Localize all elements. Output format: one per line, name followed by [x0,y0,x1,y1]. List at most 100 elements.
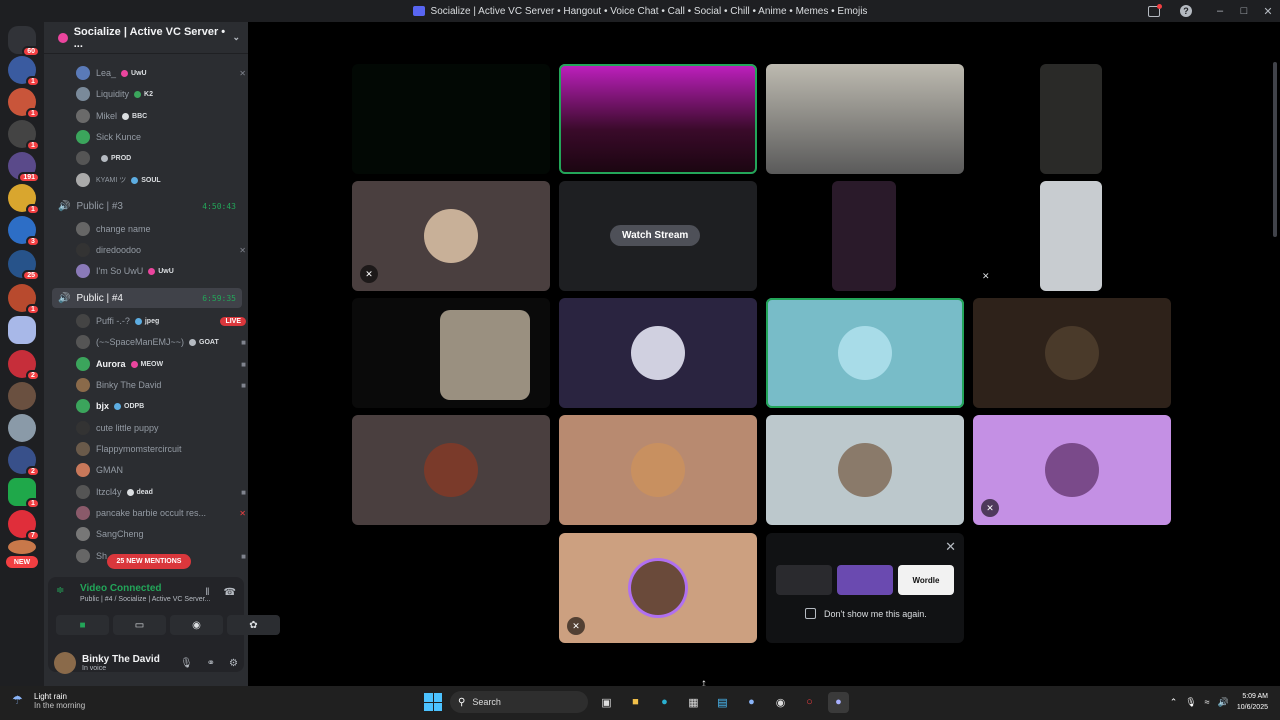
video-tile[interactable] [766,64,964,174]
guild-7[interactable]: 25 [8,250,40,281]
video-tile[interactable] [352,64,550,174]
video-tile[interactable]: ✕ [352,181,550,291]
clock[interactable]: 5:09 AM 10/6/2025 [1237,691,1268,713]
file-explorer-icon[interactable]: ■ [625,692,646,713]
task-view-icon[interactable]: ▣ [596,692,617,713]
video-tile[interactable] [973,298,1171,408]
wifi-icon[interactable]: ≈ [1205,697,1210,707]
microphone-icon[interactable]: 🎙 [180,658,193,669]
disconnect-icon[interactable]: ☎ [224,587,236,598]
guild-2[interactable]: 1 [8,88,40,119]
guild-14[interactable]: 1 [8,478,40,509]
guild-16[interactable] [8,540,36,554]
video-tile[interactable] [352,415,550,525]
voice-location[interactable]: Public | #4 / Socialize | Active VC Serv… [80,596,210,603]
voice-user[interactable]: Puffi -.-? jpeg LIVE [76,311,246,331]
windows-start-icon[interactable] [424,693,442,711]
voice-user[interactable]: Flappymomstercircuit [76,439,246,459]
opera-icon[interactable]: ○ [799,692,820,713]
store-icon[interactable]: ▦ [683,692,704,713]
video-tile[interactable] [559,415,757,525]
voice-user[interactable]: (~~SpaceManEMJ~~) GOAT ■ [76,332,246,352]
video-tile[interactable] [832,181,896,291]
maximize-button[interactable]: □ [1232,0,1256,22]
scrollbar-thumb[interactable] [1273,62,1277,237]
close-icon[interactable]: ✕ [945,539,956,555]
help-button[interactable]: ? [1174,0,1198,22]
guild-8[interactable]: 1 [8,284,40,315]
video-tile-speaking[interactable] [559,64,757,174]
guild-dms[interactable]: 60 [8,26,40,57]
activities-button[interactable]: ◉ [170,615,223,635]
activity-card-wordle[interactable]: Wordle [898,565,954,595]
new-mentions-button[interactable]: 25 NEW MENTIONS [107,554,191,569]
noise-suppression-icon[interactable]: ‖ [205,587,209,598]
voice-user[interactable]: Itzcl4y dead ■ [76,482,246,502]
guild-6[interactable]: 3 [8,216,40,247]
voice-user[interactable]: Binky The David ■ [76,375,246,395]
server-header[interactable]: Socialize | Active VC Server • ... ⌄ [44,22,248,54]
gear-icon[interactable]: ⚙ [229,658,238,669]
taskbar-search[interactable]: ⚲ Search [450,691,588,713]
video-tile[interactable]: ✕ [559,533,757,643]
voice-user[interactable]: Aurora MEOW ■ [76,354,246,374]
guild-13[interactable]: 2 [8,446,40,477]
avatar[interactable] [54,652,76,674]
voice-status-title[interactable]: Video Connected [80,583,210,594]
guild-5[interactable]: 1 [8,184,40,215]
voice-channel-public-3[interactable]: 🔊 Public | #3 4:50:43 [52,196,242,216]
activity-card[interactable] [776,565,832,595]
voice-user[interactable]: diredoodoo ✕ [76,240,246,260]
dont-show-checkbox[interactable]: Don't show me this again. [805,608,927,619]
new-badge[interactable]: NEW [6,556,38,568]
signal-icon[interactable]: ≑ [56,585,68,597]
voice-user[interactable]: SangCheng [76,524,246,544]
activity-card[interactable] [837,565,893,595]
guild-15[interactable]: 7 [8,510,40,541]
notepad-icon[interactable]: ▤ [712,692,733,713]
microphone-icon[interactable]: 🎙 [1185,697,1196,708]
close-window-button[interactable]: ✕ [1256,0,1280,22]
guild-4[interactable]: 191 [8,152,40,183]
voice-user[interactable]: GMAN [76,460,246,480]
video-tile[interactable] [352,298,550,408]
video-tile[interactable]: ✕ [973,415,1171,525]
video-tile[interactable] [766,415,964,525]
checkbox[interactable] [805,608,816,619]
voice-channel-public-4[interactable]: 🔊 Public | #4 6:59:35 [52,288,242,308]
headphones-icon[interactable]: ⚭ [207,658,215,669]
video-tile[interactable] [559,298,757,408]
camera-button[interactable]: ■ [56,615,109,635]
voice-user[interactable]: Mikel BBC [76,106,246,126]
voice-user[interactable]: I'm So UwU UwU [76,261,246,281]
edge-icon[interactable]: ● [654,692,675,713]
obs-icon[interactable]: ◉ [770,692,791,713]
guild-12[interactable] [8,414,36,442]
weather-widget[interactable]: ☂ Light rain In the morning [12,692,85,710]
guild-10[interactable]: 2 [8,350,40,381]
voice-user[interactable]: Sick Kunce [76,127,246,147]
guild-11[interactable] [8,382,36,410]
voice-user[interactable]: Liquidity K2 [76,84,246,104]
volume-icon[interactable]: 🔊 [1218,697,1229,708]
video-tile[interactable] [1040,64,1102,174]
steam-icon[interactable]: ● [741,692,762,713]
voice-user[interactable]: KYAMI ツ SOUL [76,170,246,190]
stream-tile[interactable]: Watch Stream [559,181,757,291]
discord-icon[interactable]: ● [828,691,849,713]
minimize-button[interactable]: – [1208,0,1232,22]
soundboard-button[interactable]: ✿ [227,615,280,635]
guild-9[interactable] [8,316,36,344]
video-tile[interactable] [1040,181,1102,291]
grid-scrollbar[interactable] [1270,22,1280,686]
voice-user[interactable]: pancake barbie occult res... ✕ [76,503,246,523]
chevron-up-icon[interactable]: ⌃ [1170,697,1178,708]
screen-share-button[interactable]: ▭ [113,615,166,635]
voice-user[interactable]: bjx ODPB [76,396,246,416]
guild-3[interactable]: 1 [8,120,40,151]
voice-user[interactable]: PROD [76,148,246,168]
guild-1[interactable]: 1 [8,56,40,87]
video-tile[interactable] [766,298,964,408]
voice-user[interactable]: Lea_ UwU ✕ [76,63,246,83]
watch-stream-button[interactable]: Watch Stream [610,225,701,246]
